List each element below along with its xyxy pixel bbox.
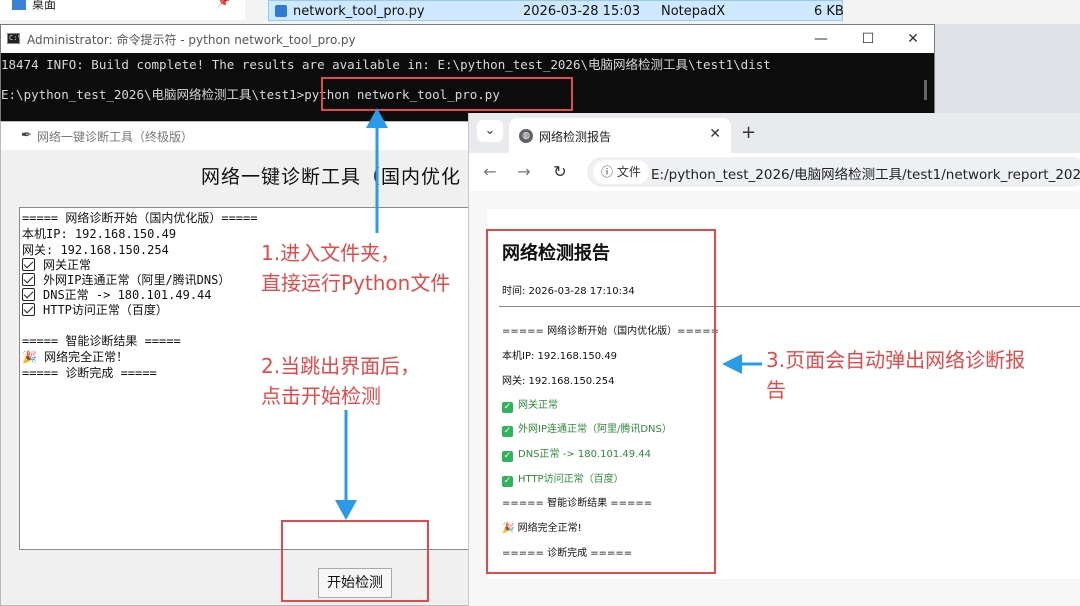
reload-icon[interactable]: ↻ bbox=[549, 161, 571, 183]
highlight-report-box bbox=[486, 229, 716, 574]
console-title: Administrator: 命令提示符 - python network_to… bbox=[27, 33, 356, 47]
tk-heading: 网络一键诊断工具（国内优化 bbox=[201, 166, 462, 188]
address-bar[interactable]: ⓘ 文件 E:/python_test_2026/电脑网络检测工具/test1/… bbox=[587, 157, 1080, 187]
info-icon: ⓘ bbox=[601, 165, 617, 179]
check-icon bbox=[22, 288, 35, 301]
tk-window-title: 网络一键诊断工具（终极版） bbox=[37, 130, 194, 144]
file-size: 6 KB bbox=[814, 4, 844, 19]
annotation-step3-line2: 告 bbox=[766, 378, 786, 402]
cmd-icon: C:\ bbox=[7, 33, 22, 44]
file-modified: 2026-03-28 15:03 bbox=[523, 4, 641, 19]
highlight-command-box bbox=[321, 77, 573, 111]
annotation-step1-line1: 1.进入文件夹， bbox=[261, 241, 401, 265]
file-row-network-tool[interactable]: network_tool_pro.py 2026-03-28 15:03 Not… bbox=[268, 0, 844, 21]
close-icon[interactable]: ✕ bbox=[709, 126, 721, 142]
chevron-down-icon[interactable]: ⌄ bbox=[477, 120, 503, 142]
sidebar-item-label: 桌面 bbox=[32, 0, 57, 12]
tk-titlebar[interactable]: ✒ 网络一键诊断工具（终极版） bbox=[1, 122, 477, 150]
minimize-button[interactable]: — bbox=[801, 29, 841, 49]
output-line-text: DNS正常 -> 180.101.49.44 bbox=[43, 288, 212, 302]
python-file-icon bbox=[275, 5, 287, 17]
tab-network-report[interactable]: ◍ 网络检测报告 ✕ bbox=[509, 118, 731, 153]
output-line: HTTP访问正常（百度） bbox=[22, 301, 168, 318]
output-line-text: 网关正常 bbox=[43, 258, 92, 272]
file-app: NotepadX bbox=[661, 4, 726, 19]
url-text: E:/python_test_2026/电脑网络检测工具/test1/netwo… bbox=[651, 167, 1080, 183]
forward-icon[interactable]: → bbox=[513, 161, 535, 183]
console-titlebar[interactable]: C:\ Administrator: 命令提示符 - python networ… bbox=[1, 25, 934, 53]
desktop-icon bbox=[12, 0, 26, 10]
maximize-button[interactable]: ☐ bbox=[848, 29, 888, 49]
highlight-start-button-box bbox=[281, 520, 429, 602]
feather-icon: ✒ bbox=[21, 128, 32, 143]
output-line: ===== 网络诊断开始（国内优化版）===== bbox=[22, 211, 258, 225]
site-info-chip[interactable]: ⓘ 文件 bbox=[593, 160, 649, 184]
annotation-step2-line1: 2.当跳出界面后， bbox=[261, 354, 421, 378]
output-line-text: 外网IP连通正常（阿里/腾讯DNS） bbox=[43, 273, 231, 287]
output-line: ===== 诊断完成 ===== bbox=[22, 366, 157, 380]
pin-icon: 📌 bbox=[217, 0, 231, 8]
browser-toolbar: ← → ↻ ⓘ 文件 E:/python_test_2026/电脑网络检测工具/… bbox=[469, 153, 1080, 191]
output-line: ===== 智能诊断结果 ===== bbox=[22, 334, 181, 348]
sidebar-item-desktop[interactable]: 桌面 📌 bbox=[0, 0, 245, 20]
output-line-text: HTTP访问正常（百度） bbox=[43, 303, 168, 317]
output-line: 🎉 网络完全正常！ bbox=[22, 350, 129, 364]
annotation-step2-line2: 点击开始检测 bbox=[261, 384, 381, 408]
annotation-step1-line2: 直接运行Python文件 bbox=[261, 271, 451, 295]
tab-strip: ⌄ ◍ 网络检测报告 ✕ + bbox=[469, 113, 1080, 153]
tab-title: 网络检测报告 bbox=[539, 130, 612, 144]
check-icon bbox=[22, 258, 35, 271]
file-name: network_tool_pro.py bbox=[293, 4, 425, 19]
check-icon bbox=[22, 303, 35, 316]
annotation-step3-line1: 3.页面会自动弹出网络诊断报 bbox=[766, 348, 1026, 372]
console-scrollbar[interactable] bbox=[924, 80, 927, 100]
close-button[interactable]: ✕ bbox=[893, 29, 933, 49]
site-info-label: 文件 bbox=[616, 165, 641, 179]
globe-icon: ◍ bbox=[519, 129, 533, 143]
output-line: 本机IP: 192.168.150.49 bbox=[22, 227, 177, 241]
back-icon[interactable]: ← bbox=[479, 161, 501, 183]
new-tab-button[interactable]: + bbox=[741, 122, 756, 143]
console-line-build: 18474 INFO: Build complete! The results … bbox=[1, 57, 771, 72]
check-icon bbox=[22, 273, 35, 286]
